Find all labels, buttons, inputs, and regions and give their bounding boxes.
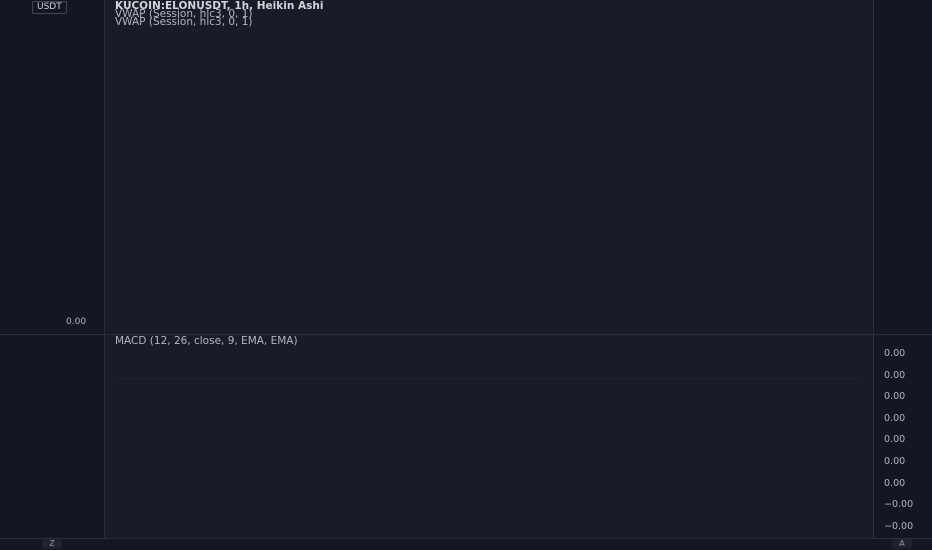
- auto-scale-button[interactable]: A: [892, 539, 912, 549]
- macd-zero-line: [115, 378, 860, 380]
- macd-scale-label: −0.00: [884, 521, 914, 532]
- macd-scale-label: 0.00: [884, 456, 906, 467]
- left-price-scale[interactable]: USDT 0.00: [0, 0, 105, 538]
- macd-scale-label: 0.00: [884, 391, 906, 402]
- currency-badge[interactable]: USDT: [32, 1, 67, 14]
- macd-scale-label: 0.00: [884, 413, 906, 424]
- macd-scale-label: 0.00: [884, 370, 906, 381]
- chart-window: USDT 0.00 KUCOIN:ELONUSDT, 1h, Heikin As…: [0, 0, 932, 550]
- macd-scale-label: −0.00: [884, 499, 914, 510]
- macd-scale-label: 0.00: [884, 434, 906, 445]
- vwap-legend-2[interactable]: VWAP (Session, hlc3, 0, 1): [115, 17, 253, 28]
- macd-pane[interactable]: [105, 335, 873, 538]
- macd-legend[interactable]: MACD (12, 26, close, 9, EMA, EMA): [115, 336, 298, 347]
- left-scale-zero-label: 0.00: [66, 317, 87, 327]
- scale-z-button[interactable]: Z: [42, 539, 62, 549]
- bottom-time-bar[interactable]: [0, 538, 932, 550]
- macd-scale-label: 0.00: [884, 478, 906, 489]
- main-chart-pane[interactable]: [105, 0, 873, 334]
- macd-scale-label: 0.00: [884, 348, 906, 359]
